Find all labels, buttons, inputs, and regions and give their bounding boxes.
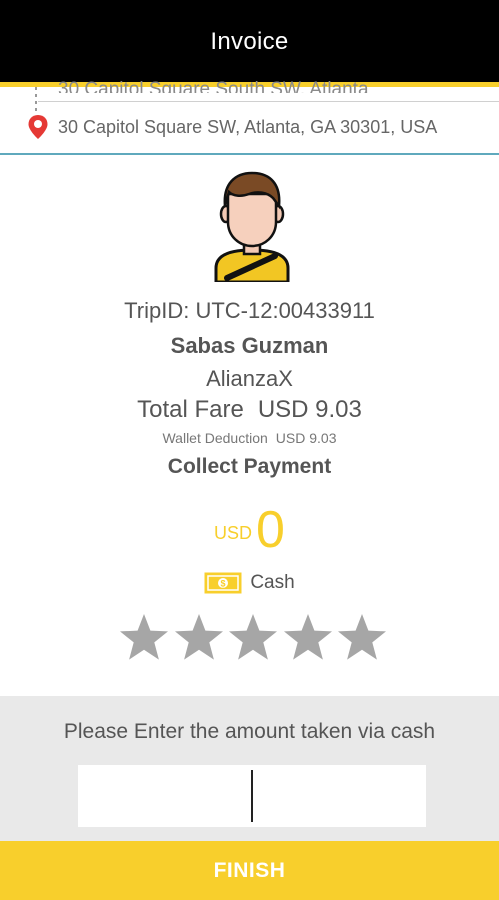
collect-amount: USD0 <box>0 500 499 560</box>
app-header: Invoice <box>0 0 499 84</box>
pickup-address: 30 Capitol Square South SW, Atlanta <box>58 81 369 93</box>
wallet-deduction-label: Wallet Deduction <box>162 430 268 446</box>
wallet-deduction: Wallet Deduction USD 9.03 <box>0 430 499 446</box>
total-fare-value: USD 9.03 <box>257 396 362 423</box>
rating-stars[interactable] <box>118 612 388 666</box>
location-pin-icon <box>28 115 48 139</box>
total-fare: Total Fare USD 9.03 <box>0 396 499 424</box>
total-fare-label: Total Fare <box>137 396 244 423</box>
driver-avatar <box>214 171 290 282</box>
collect-payment-label: Collect Payment <box>167 455 332 478</box>
star-icon[interactable] <box>282 612 334 664</box>
finish-button[interactable]: FINISH <box>0 841 499 900</box>
payment-method: $ Cash <box>0 572 499 594</box>
page-title: Invoice <box>210 28 289 55</box>
address-panel: 30 Capitol Square South SW, Atlanta 30 C… <box>0 81 499 155</box>
trip-id: TripID: UTC-12:00433911 <box>124 298 375 323</box>
service-type: AlianzaX <box>206 366 293 391</box>
route-dots <box>35 87 37 113</box>
driver-name: Sabas Guzman <box>170 333 329 358</box>
cash-icon: $ <box>204 572 242 594</box>
star-icon[interactable] <box>227 612 279 664</box>
collect-currency: USD <box>214 523 253 543</box>
cash-entry-panel: Please Enter the amount taken via cash <box>0 696 499 841</box>
wallet-deduction-value: USD 9.03 <box>275 430 337 446</box>
payment-method-label: Cash <box>250 572 295 593</box>
cash-entry-prompt: Please Enter the amount taken via cash <box>63 720 436 743</box>
svg-text:$: $ <box>221 579 226 589</box>
address-divider <box>38 101 499 102</box>
star-icon[interactable] <box>118 612 170 664</box>
dropoff-address: 30 Capitol Square SW, Atlanta, GA 30301,… <box>58 117 438 137</box>
star-icon[interactable] <box>336 612 388 664</box>
collect-amount-value: 0 <box>256 501 285 559</box>
address-bottom-rule <box>0 153 499 155</box>
text-caret <box>251 770 253 822</box>
star-icon[interactable] <box>173 612 225 664</box>
